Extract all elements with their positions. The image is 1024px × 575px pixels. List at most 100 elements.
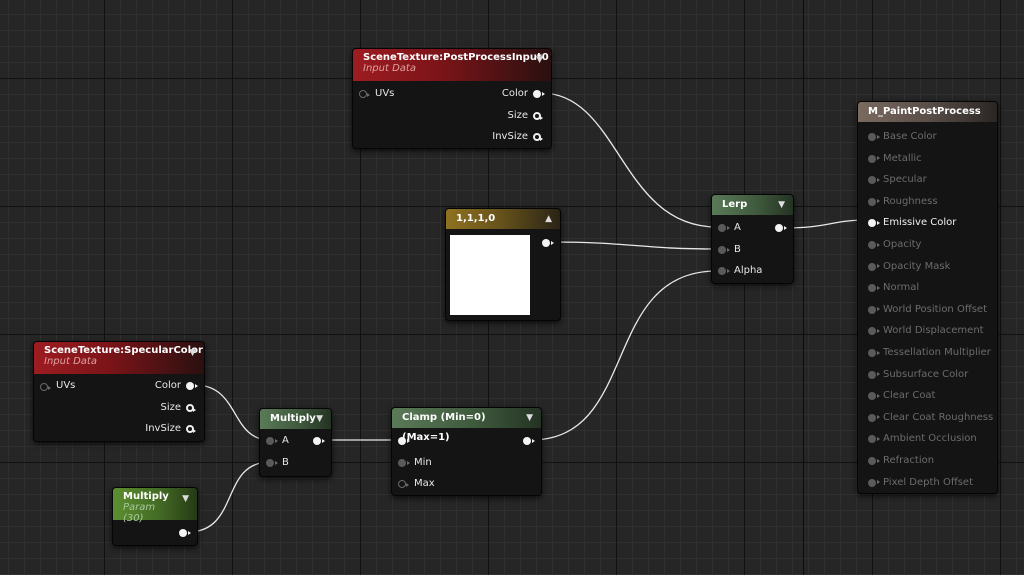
- pin-label-max: Max: [414, 478, 435, 489]
- pin-label-b: B: [282, 457, 289, 468]
- node-header[interactable]: Clamp (Min=0) (Max=1) ▼: [392, 408, 541, 443]
- pin-label-b: B: [734, 244, 741, 255]
- node-material-result[interactable]: M_PaintPostProcess Base Color Metallic Spe…: [857, 101, 998, 494]
- material-input-label: Ambient Occlusion: [883, 433, 977, 445]
- material-input-pin[interactable]: [868, 392, 880, 401]
- pin-label-size: Size: [507, 110, 528, 121]
- output-pin[interactable]: [775, 224, 787, 232]
- output-pin[interactable]: [542, 239, 554, 247]
- collapse-arrow-icon[interactable]: ▲: [545, 209, 552, 229]
- input-pin-uvs[interactable]: [40, 383, 51, 391]
- material-input-label: Specular: [883, 174, 927, 186]
- input-pin-a[interactable]: [266, 437, 278, 445]
- node-title: Multiply: [270, 413, 316, 424]
- node-constant-vector[interactable]: 1,1,1,0 ▲: [445, 208, 561, 321]
- pin-label-color: Color: [501, 88, 528, 99]
- material-input-pin[interactable]: [868, 284, 880, 293]
- material-input-pin[interactable]: [868, 133, 880, 141]
- material-input-label: Pixel Depth Offset: [883, 476, 973, 488]
- input-pin-value[interactable]: [398, 437, 410, 445]
- pin-label-min: Min: [414, 457, 432, 468]
- collapse-arrow-icon[interactable]: ▼: [778, 195, 785, 215]
- pin-label-a: A: [282, 435, 289, 446]
- input-pin-max[interactable]: [398, 480, 409, 488]
- input-pin-alpha[interactable]: [718, 267, 730, 275]
- wire-constant-to-lerp-b: [550, 241, 718, 250]
- material-input-pin[interactable]: [868, 197, 880, 206]
- output-pin-color[interactable]: [186, 382, 198, 390]
- output-pin-invsize[interactable]: [533, 133, 543, 141]
- node-header[interactable]: SceneTexture:PostProcessInput0 Input Dat…: [353, 49, 551, 81]
- node-title: Multiply: [123, 491, 169, 502]
- material-input-label: Base Color: [883, 131, 937, 142]
- node-scalar-parameter[interactable]: Multiply Param (30) ▼: [112, 487, 198, 546]
- pin-label-a: A: [734, 222, 741, 233]
- collapse-arrow-icon[interactable]: ▼: [536, 55, 543, 65]
- color-swatch: [450, 235, 530, 315]
- node-header[interactable]: M_PaintPostProcess: [858, 102, 997, 122]
- material-input-label: Refraction: [883, 455, 935, 466]
- material-input-pin[interactable]: [868, 262, 880, 271]
- node-title: SceneTexture:PostProcessInput0: [363, 52, 549, 63]
- material-input-pin[interactable]: [868, 241, 880, 249]
- material-input-pin[interactable]: [868, 305, 880, 314]
- material-input-label: Clear Coat: [883, 390, 936, 402]
- node-header[interactable]: Multiply Param (30) ▼: [113, 488, 197, 524]
- output-pin-color[interactable]: [533, 90, 545, 98]
- material-input-label: World Position Offset: [883, 303, 987, 315]
- output-pin-size[interactable]: [533, 112, 543, 120]
- collapse-arrow-icon[interactable]: ▼: [182, 494, 189, 504]
- grid-major-line: [803, 0, 804, 575]
- node-title: M_PaintPostProcess: [868, 106, 981, 117]
- material-input-label: Emissive Color: [883, 217, 957, 229]
- pin-label-alpha: Alpha: [734, 265, 763, 276]
- material-input-label: Roughness: [883, 195, 938, 207]
- output-pin-size[interactable]: [186, 404, 196, 412]
- node-header[interactable]: Lerp ▼: [712, 195, 793, 215]
- output-pin[interactable]: [313, 437, 325, 445]
- node-clamp[interactable]: Clamp (Min=0) (Max=1) ▼ Min Max: [391, 407, 542, 496]
- material-input-pin[interactable]: [868, 154, 880, 163]
- input-pin-min[interactable]: [398, 459, 410, 467]
- material-input-label: Opacity: [883, 239, 922, 250]
- node-header[interactable]: Multiply ▼: [260, 409, 331, 429]
- material-input-pin[interactable]: [868, 457, 880, 465]
- material-input-label: Normal: [883, 282, 920, 294]
- pin-label-invsize: InvSize: [492, 131, 528, 142]
- output-pin[interactable]: [179, 529, 191, 537]
- material-input-pin[interactable]: [868, 219, 880, 228]
- material-input-pin[interactable]: [868, 435, 880, 444]
- node-title: Clamp (Min=0) (Max=1): [402, 412, 486, 443]
- node-title: 1,1,1,0: [456, 213, 496, 224]
- material-input-label: Tessellation Multiplier: [883, 347, 991, 358]
- input-pin-a[interactable]: [718, 224, 730, 232]
- material-input-pin[interactable]: [868, 370, 880, 379]
- collapse-arrow-icon[interactable]: ▼: [316, 409, 323, 429]
- input-pin-b[interactable]: [718, 246, 730, 254]
- output-pin[interactable]: [523, 437, 535, 445]
- material-input-pin[interactable]: [868, 327, 880, 336]
- pin-label-uvs: UVs: [375, 88, 395, 99]
- node-scene-texture-specular[interactable]: SceneTexture:SpecularColor Input Data ▼ …: [33, 341, 205, 442]
- material-input-pin[interactable]: [868, 478, 880, 487]
- material-input-pin[interactable]: [868, 176, 880, 185]
- material-input-label: Opacity Mask: [883, 260, 951, 272]
- material-input-label: Subsurface Color: [883, 368, 969, 380]
- wire-param-to-multiply-b: [187, 461, 271, 533]
- input-pin-uvs[interactable]: [359, 90, 370, 98]
- node-multiply[interactable]: Multiply ▼ A B: [259, 408, 332, 477]
- node-subtitle: Param (30): [123, 502, 156, 524]
- collapse-arrow-icon[interactable]: ▼: [526, 408, 533, 428]
- wire-ppcolor-to-lerp-a: [540, 92, 718, 228]
- node-scene-texture-postprocess[interactable]: SceneTexture:PostProcessInput0 Input Dat…: [352, 48, 552, 149]
- material-input-pin[interactable]: [868, 413, 880, 422]
- pin-label-uvs: UVs: [56, 380, 76, 391]
- collapse-arrow-icon[interactable]: ▼: [189, 348, 196, 358]
- node-header[interactable]: SceneTexture:SpecularColor Input Data ▼: [34, 342, 204, 374]
- node-subtitle: Input Data: [363, 63, 416, 74]
- material-input-pin[interactable]: [868, 349, 880, 357]
- input-pin-b[interactable]: [266, 459, 278, 467]
- output-pin-invsize[interactable]: [186, 425, 196, 433]
- node-lerp[interactable]: Lerp ▼ A B Alpha: [711, 194, 794, 284]
- node-header[interactable]: 1,1,1,0 ▲: [446, 209, 560, 229]
